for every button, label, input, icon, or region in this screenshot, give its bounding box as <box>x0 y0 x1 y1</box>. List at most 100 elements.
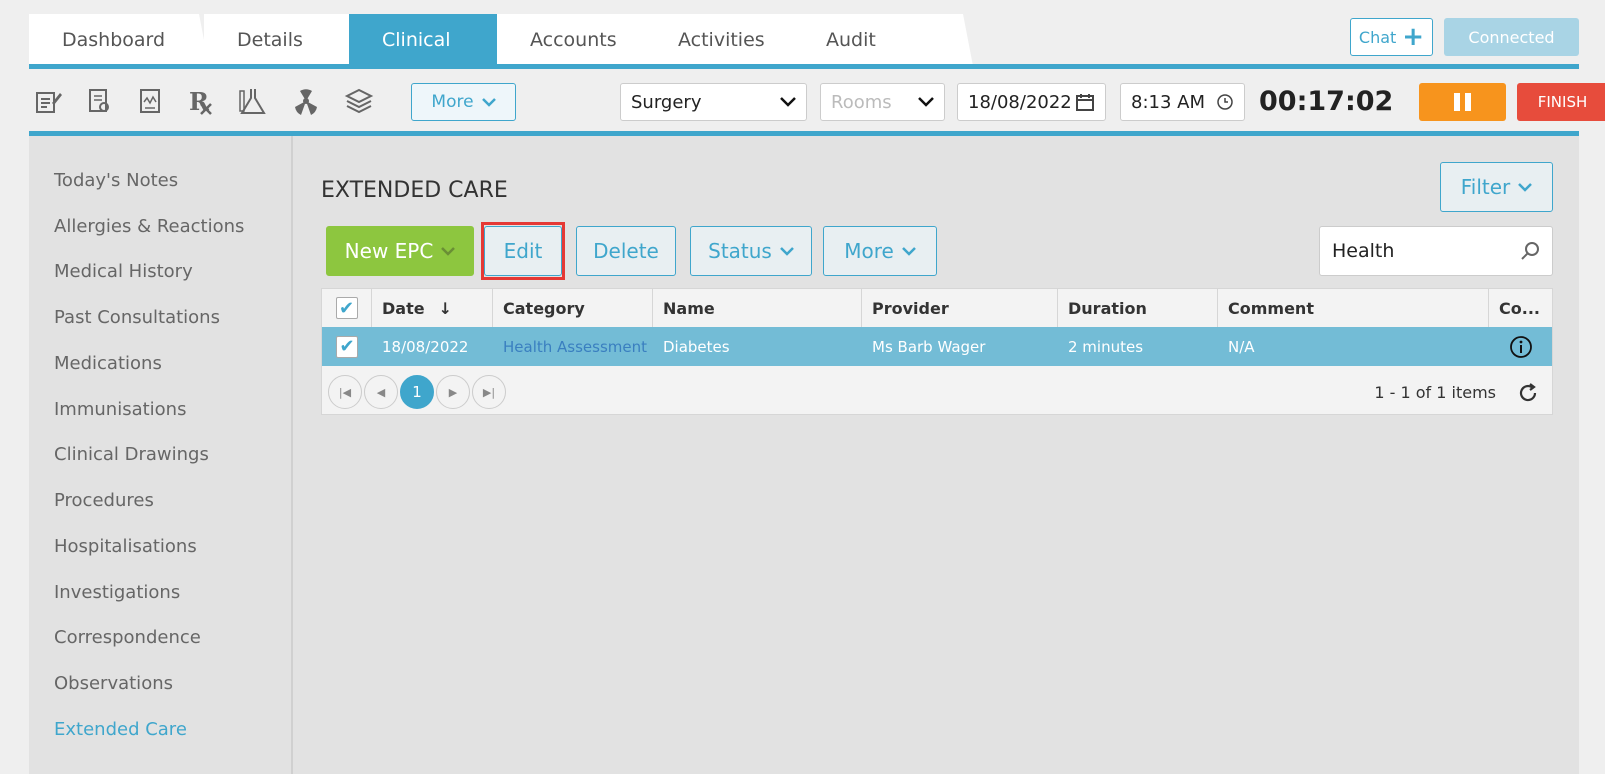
tab-audit[interactable]: Audit <box>793 14 973 66</box>
pause-button[interactable] <box>1419 83 1506 121</box>
sort-desc-icon: ↓ <box>438 298 452 318</box>
status-label: Status <box>708 239 772 263</box>
time-field[interactable]: 8:13 AM <box>1120 83 1245 121</box>
clinical-sidebar: Today's Notes Allergies & Reactions Medi… <box>29 136 293 774</box>
chevron-down-icon <box>918 97 934 107</box>
row-select-cell: ✔ <box>322 327 372 366</box>
radiation-icon[interactable] <box>289 84 323 118</box>
toolbar-more-label: More <box>431 92 474 112</box>
pager-info: 1 - 1 of 1 items <box>1374 383 1496 402</box>
select-all-checkbox[interactable]: ✔ <box>335 297 358 319</box>
rooms-select[interactable]: Rooms <box>820 83 945 121</box>
sidebar-item-clinical-drawings[interactable]: Clinical Drawings <box>54 444 209 465</box>
search-input[interactable]: Health <box>1319 226 1553 276</box>
report-icon[interactable] <box>133 84 167 118</box>
sidebar-item-investigations[interactable]: Investigations <box>54 582 180 603</box>
surgery-select[interactable]: Surgery <box>620 83 807 121</box>
table-row[interactable]: ✔ 18/08/2022 Health Assessment Diabetes … <box>322 327 1552 366</box>
search-icon[interactable] <box>1520 241 1540 261</box>
grid-header: ✔ Date ↓ Category Name Provider Duration… <box>322 289 1552 327</box>
page-title: EXTENDED CARE <box>321 178 508 203</box>
lab-icon[interactable] <box>237 84 271 118</box>
more-button[interactable]: More <box>823 226 937 276</box>
finish-button[interactable]: FINISH <box>1517 83 1605 121</box>
chat-button[interactable]: Chat + <box>1350 18 1433 56</box>
new-epc-label: New EPC <box>344 239 434 263</box>
tab-dashboard[interactable]: Dashboard <box>29 14 209 66</box>
search-value: Health <box>1332 240 1395 262</box>
row-duration: 2 minutes <box>1068 337 1144 356</box>
connected-button[interactable]: Connected <box>1444 18 1579 56</box>
column-date-label: Date <box>382 298 425 318</box>
sidebar-item-procedures[interactable]: Procedures <box>54 490 154 511</box>
sidebar-item-immunisations[interactable]: Immunisations <box>54 399 186 420</box>
certificate-icon[interactable] <box>82 84 116 118</box>
pause-icon <box>1454 93 1460 111</box>
clinical-toolbar: R More Surgery Rooms 18/08/2022 8:13 AM … <box>29 80 1605 125</box>
page-number-button[interactable]: 1 <box>400 375 434 409</box>
notes-icon[interactable] <box>31 84 65 118</box>
status-button[interactable]: Status <box>690 226 812 276</box>
new-epc-button[interactable]: New EPC <box>326 226 474 276</box>
time-value: 8:13 AM <box>1131 91 1205 113</box>
surgery-value: Surgery <box>631 91 702 113</box>
plus-icon: + <box>1402 22 1425 52</box>
last-page-icon[interactable]: ▶| <box>472 375 506 409</box>
row-comment: N/A <box>1228 337 1255 356</box>
sidebar-item-past-consultations[interactable]: Past Consultations <box>54 307 220 328</box>
svg-text:R: R <box>189 87 210 116</box>
pause-icon-bar <box>1465 93 1471 111</box>
column-header-name[interactable]: Name <box>653 289 862 327</box>
prev-page-icon[interactable]: ◀ <box>364 375 398 409</box>
filter-button[interactable]: Filter <box>1440 162 1553 212</box>
calendar-icon[interactable] <box>1075 92 1095 112</box>
sidebar-item-observations[interactable]: Observations <box>54 673 173 694</box>
chevron-down-icon <box>901 247 916 256</box>
row-info-cell <box>1489 327 1552 366</box>
row-date: 18/08/2022 <box>382 337 469 356</box>
first-page-icon[interactable]: |◀ <box>328 375 362 409</box>
pager: |◀ ◀ 1 ▶ ▶| 1 - 1 of 1 items <box>322 371 1552 411</box>
delete-button[interactable]: Delete <box>576 226 676 276</box>
consult-timer: 00:17:02 <box>1259 86 1394 117</box>
filter-label: Filter <box>1460 175 1511 199</box>
column-header-co[interactable]: Co... <box>1489 289 1552 327</box>
chevron-down-icon <box>481 98 496 107</box>
column-header-duration[interactable]: Duration <box>1058 289 1218 327</box>
chat-label: Chat <box>1358 27 1397 47</box>
chevron-down-icon <box>1518 183 1533 192</box>
chevron-down-icon <box>780 97 796 107</box>
rooms-placeholder: Rooms <box>831 91 892 113</box>
sidebar-item-medical-history[interactable]: Medical History <box>54 261 193 282</box>
column-header-comment[interactable]: Comment <box>1218 289 1489 327</box>
next-page-icon[interactable]: ▶ <box>436 375 470 409</box>
chevron-down-icon <box>779 247 794 256</box>
date-field[interactable]: 18/08/2022 <box>957 83 1106 121</box>
main-tabs: Dashboard Details Clinical Accounts Acti… <box>29 14 973 66</box>
sidebar-item-todays-notes[interactable]: Today's Notes <box>54 170 178 191</box>
education-icon[interactable] <box>342 84 376 118</box>
sidebar-item-correspondence[interactable]: Correspondence <box>54 627 201 648</box>
row-category-link[interactable]: Health Assessment <box>493 327 653 366</box>
clock-icon[interactable] <box>1216 93 1234 111</box>
prescription-icon[interactable]: R <box>185 84 219 118</box>
sidebar-item-extended-care[interactable]: Extended Care <box>54 719 187 740</box>
column-header-date[interactable]: Date ↓ <box>372 289 493 327</box>
sidebar-item-medications[interactable]: Medications <box>54 353 162 374</box>
sidebar-item-allergies[interactable]: Allergies & Reactions <box>54 216 244 237</box>
refresh-icon[interactable] <box>1516 381 1540 405</box>
sidebar-item-hospitalisations[interactable]: Hospitalisations <box>54 536 197 557</box>
row-provider: Ms Barb Wager <box>872 337 986 356</box>
column-header-provider[interactable]: Provider <box>862 289 1058 327</box>
date-value: 18/08/2022 <box>968 91 1072 113</box>
main-panel: EXTENDED CARE Filter New EPC Edit Delete… <box>293 136 1579 774</box>
toolbar-more-button[interactable]: More <box>411 83 516 121</box>
column-header-category[interactable]: Category <box>493 289 653 327</box>
tab-underline <box>29 64 1579 69</box>
extended-care-grid: ✔ Date ↓ Category Name Provider Duration… <box>321 288 1553 415</box>
row-checkbox[interactable]: ✔ <box>336 335 358 358</box>
edit-highlight-box <box>481 222 565 280</box>
more-label: More <box>844 239 894 263</box>
info-icon[interactable] <box>1509 335 1533 359</box>
select-all-cell: ✔ <box>322 289 372 327</box>
